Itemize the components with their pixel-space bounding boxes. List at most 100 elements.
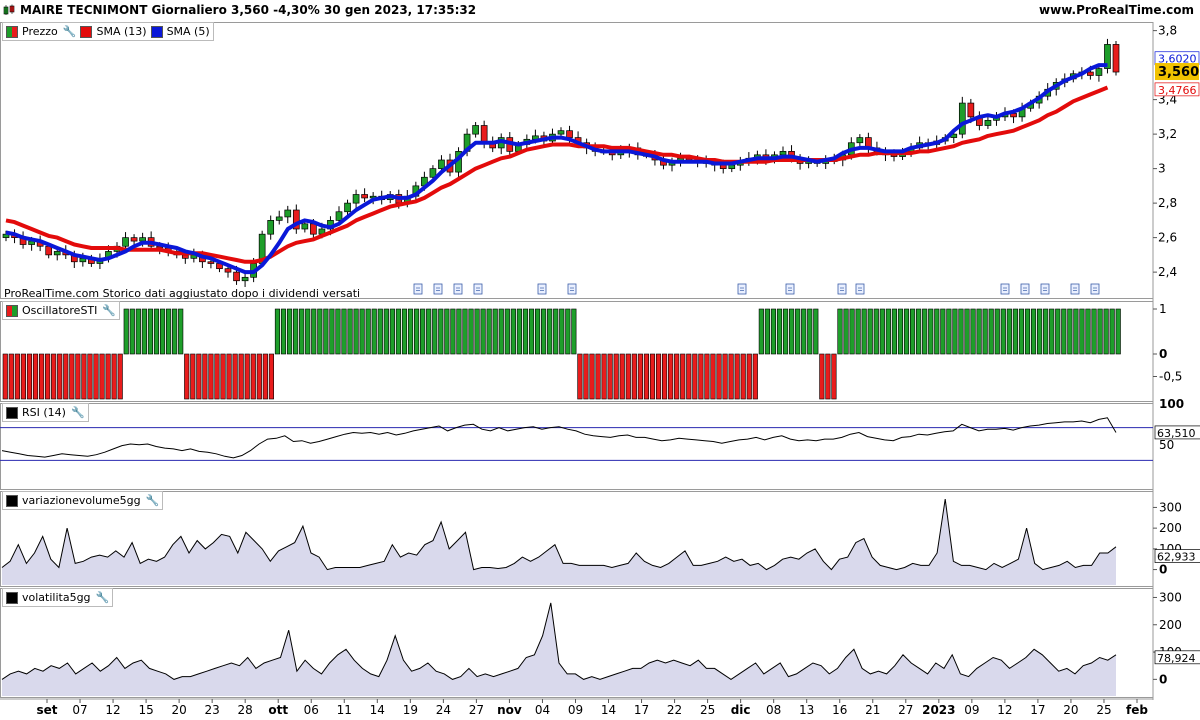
sti-bar	[934, 308, 940, 355]
candle-body	[344, 202, 351, 213]
document-icon	[1020, 283, 1030, 295]
sti-bar	[190, 353, 196, 400]
x-tick-label: 04	[535, 703, 550, 717]
vol-legend: variazionevolume5gg 🔧	[2, 491, 164, 510]
sti-tick-label: 0	[1159, 347, 1167, 361]
sti-bar	[335, 308, 341, 355]
sti-bar	[329, 308, 335, 355]
candle	[984, 116, 992, 129]
sti-bar	[1037, 308, 1043, 355]
candle-body	[122, 237, 129, 247]
candle	[292, 204, 300, 234]
document-icon	[1090, 283, 1100, 295]
candle	[352, 189, 360, 209]
rsi-tick-label: 50	[1159, 438, 1174, 452]
sti-bar	[795, 308, 801, 355]
vola-legend-label: volatilita5gg	[22, 591, 91, 604]
candle	[976, 111, 983, 131]
sti-bar	[813, 308, 819, 355]
x-tick-label: 22	[667, 703, 682, 717]
sti-bar	[758, 308, 764, 355]
site-link[interactable]: www.ProRealTime.com	[1039, 3, 1194, 17]
x-tick-label: 12	[997, 703, 1012, 717]
sti-bar	[432, 308, 438, 355]
wrench-icon[interactable]: 🔧	[146, 494, 160, 507]
sti-bar	[559, 308, 565, 355]
sti-bar	[994, 308, 1000, 355]
x-tick-label: 11	[337, 703, 352, 717]
sti-bar	[123, 308, 129, 355]
sti-bar	[2, 353, 8, 400]
candle-body	[130, 237, 138, 242]
sma5-legend-label: SMA (5)	[166, 25, 210, 38]
sti-bar	[1049, 308, 1055, 355]
candle-body	[856, 137, 864, 144]
candle	[275, 210, 283, 225]
wrench-icon[interactable]: 🔧	[63, 25, 77, 38]
candle-body	[1087, 71, 1094, 76]
sti-tick-label: -0,5	[1159, 370, 1182, 384]
sti-bar	[166, 308, 172, 355]
sti-bar	[1018, 308, 1025, 355]
document-icon	[453, 283, 463, 295]
sti-bar	[480, 308, 486, 355]
sti-bar	[728, 353, 734, 400]
candle-body	[233, 271, 240, 282]
x-tick-label: 07	[72, 703, 87, 717]
sti-bar	[958, 308, 964, 355]
x-tick-label: feb	[1126, 703, 1148, 717]
x-tick-label: 21	[865, 703, 880, 717]
x-tick-label: ott	[268, 703, 288, 717]
sti-bar	[789, 308, 795, 355]
candle	[455, 147, 462, 179]
sti-bar	[444, 308, 450, 355]
sti-bar	[916, 308, 922, 355]
sti-bar	[964, 308, 970, 355]
x-tick-label: 17	[1030, 703, 1045, 717]
document-icon	[537, 283, 547, 295]
sti-bar	[655, 353, 662, 400]
candle	[361, 188, 368, 203]
sti-bar	[268, 353, 274, 400]
sti-bar	[867, 308, 873, 355]
sti-bar	[553, 308, 559, 355]
sti-bar	[946, 308, 952, 355]
sti-bar	[220, 353, 226, 400]
sti-bar	[420, 308, 426, 355]
sti-bar	[704, 353, 710, 400]
sti-bar	[928, 308, 934, 355]
candle-body	[1095, 68, 1103, 76]
wrench-icon[interactable]: 🔧	[96, 591, 110, 604]
vol-tick-label: 300	[1159, 500, 1182, 514]
candle-body	[207, 261, 215, 264]
candle-body	[566, 130, 573, 138]
candle-body	[139, 237, 146, 242]
sti-bar	[14, 353, 20, 400]
vola-tick-label: 300	[1159, 590, 1182, 604]
price-tick-label: 3,2	[1158, 127, 1177, 141]
sma13-swatch	[80, 25, 93, 38]
sti-bar	[807, 308, 813, 355]
sma13-legend-label: SMA (13)	[96, 25, 147, 38]
sti-bar	[1073, 308, 1079, 355]
sma13-value-label: 3,4766	[1158, 84, 1197, 97]
wrench-icon[interactable]: 🔧	[71, 406, 85, 419]
sti-bar	[486, 308, 492, 355]
sti-bar	[75, 353, 81, 400]
sti-bar	[426, 308, 432, 355]
x-tick-label: 25	[700, 703, 715, 717]
document-icon-page	[413, 283, 423, 295]
candle-body	[181, 254, 189, 259]
sti-bar	[534, 308, 541, 355]
sti-bar	[686, 353, 692, 400]
sti-bar	[940, 308, 946, 355]
sma5-line	[5, 63, 1108, 275]
x-tick-label: 14	[601, 703, 616, 717]
candle-body	[267, 220, 275, 235]
vola-legend: volatilita5gg 🔧	[2, 588, 114, 607]
candle-body	[958, 102, 966, 135]
sti-bar	[51, 353, 57, 400]
wrench-icon[interactable]: 🔧	[102, 304, 116, 317]
sti-bar	[601, 353, 607, 400]
sti-bar	[1079, 308, 1085, 355]
